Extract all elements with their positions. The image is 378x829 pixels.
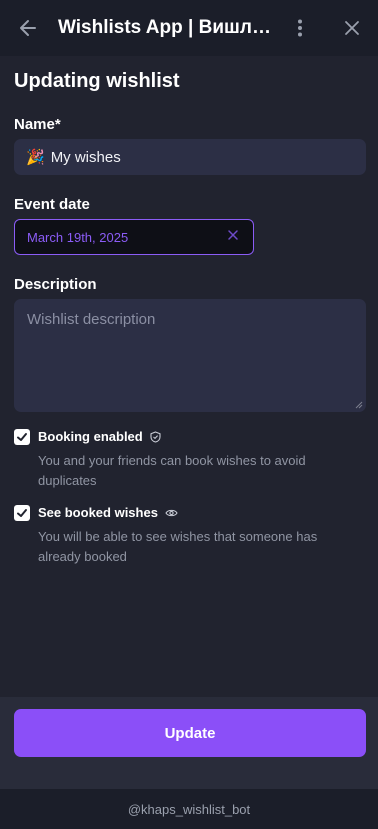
eye-icon [165, 509, 178, 516]
close-button[interactable] [338, 14, 366, 42]
arrow-left-icon [20, 20, 36, 36]
checkmark-icon [17, 509, 27, 517]
event-date-input[interactable]: March 19th, 2025 [14, 219, 254, 255]
more-vertical-icon [298, 19, 302, 37]
action-panel: Update [0, 697, 378, 789]
name-emoji: 🎉 [26, 149, 45, 166]
shield-check-icon [150, 430, 161, 443]
description-label: Description [14, 276, 97, 293]
see-booked-description: You will be able to see wishes that some… [38, 529, 318, 564]
checkmark-icon [17, 433, 27, 441]
booking-enabled-checkbox[interactable] [14, 429, 30, 445]
app-title: Wishlists App | Вишли... [58, 17, 274, 38]
name-input[interactable]: 🎉 My wishes [14, 139, 366, 175]
see-booked-checkbox[interactable] [14, 505, 30, 521]
event-date-value: March 19th, 2025 [27, 229, 129, 245]
booking-enabled-label: Booking enabled [38, 429, 143, 444]
close-icon [228, 230, 238, 240]
see-booked-title: See booked wishes [38, 505, 178, 520]
bot-footer[interactable]: @khaps_wishlist_bot [0, 789, 378, 829]
description-placeholder: Wishlist description [27, 311, 156, 328]
more-button[interactable] [288, 14, 312, 42]
resize-handle-icon[interactable] [354, 400, 363, 409]
event-date-label: Event date [14, 196, 90, 213]
update-button[interactable]: Update [14, 709, 366, 757]
back-button[interactable] [0, 0, 56, 56]
booking-enabled-title: Booking enabled [38, 429, 161, 444]
name-value: My wishes [50, 148, 121, 166]
name-label: Name* [14, 116, 61, 133]
app-header: Wishlists App | Вишли... [0, 0, 378, 56]
clear-date-button[interactable] [227, 228, 239, 245]
booking-enabled-description: You and your friends can book wishes to … [38, 453, 306, 488]
page-title: Updating wishlist [14, 70, 180, 92]
close-icon [345, 21, 359, 35]
description-textarea[interactable]: Wishlist description [14, 299, 366, 412]
see-booked-label: See booked wishes [38, 505, 158, 520]
